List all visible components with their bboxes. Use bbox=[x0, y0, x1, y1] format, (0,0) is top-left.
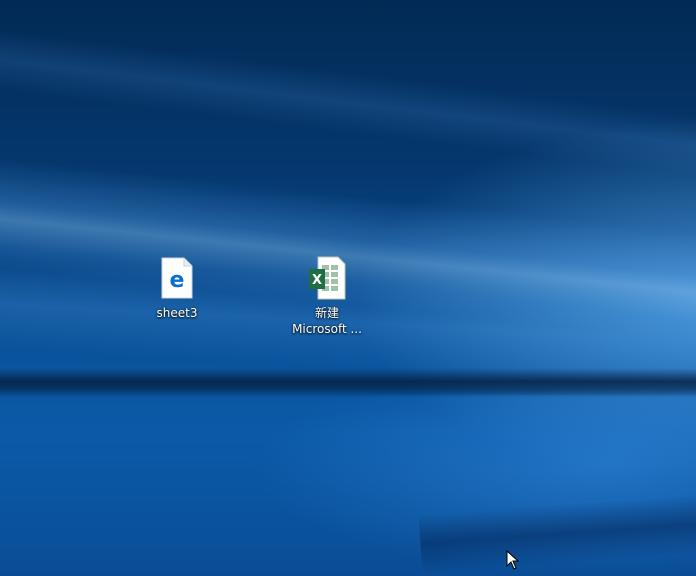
desktop-icon-sheet3[interactable]: e sheet3 bbox=[139, 256, 215, 321]
edge-html-file-icon: e bbox=[157, 256, 197, 300]
mouse-pointer-icon bbox=[506, 549, 520, 570]
svg-text:X: X bbox=[312, 273, 322, 288]
svg-text:e: e bbox=[170, 268, 185, 293]
desktop[interactable]: e sheet3 X 新建 Microsoft ... bbox=[0, 0, 696, 576]
desktop-icon-label-line2: Microsoft ... bbox=[292, 322, 362, 336]
desktop-icon-label: 新建 Microsoft ... bbox=[292, 305, 362, 337]
desktop-icon-label: sheet3 bbox=[156, 306, 198, 320]
wallpaper-light-beam bbox=[0, 20, 696, 190]
excel-workbook-icon: X bbox=[307, 256, 347, 300]
desktop-icon-excel-workbook[interactable]: X 新建 Microsoft ... bbox=[289, 256, 365, 337]
wallpaper-dark-band bbox=[0, 368, 696, 398]
desktop-icon-label-line1: 新建 bbox=[314, 306, 339, 320]
